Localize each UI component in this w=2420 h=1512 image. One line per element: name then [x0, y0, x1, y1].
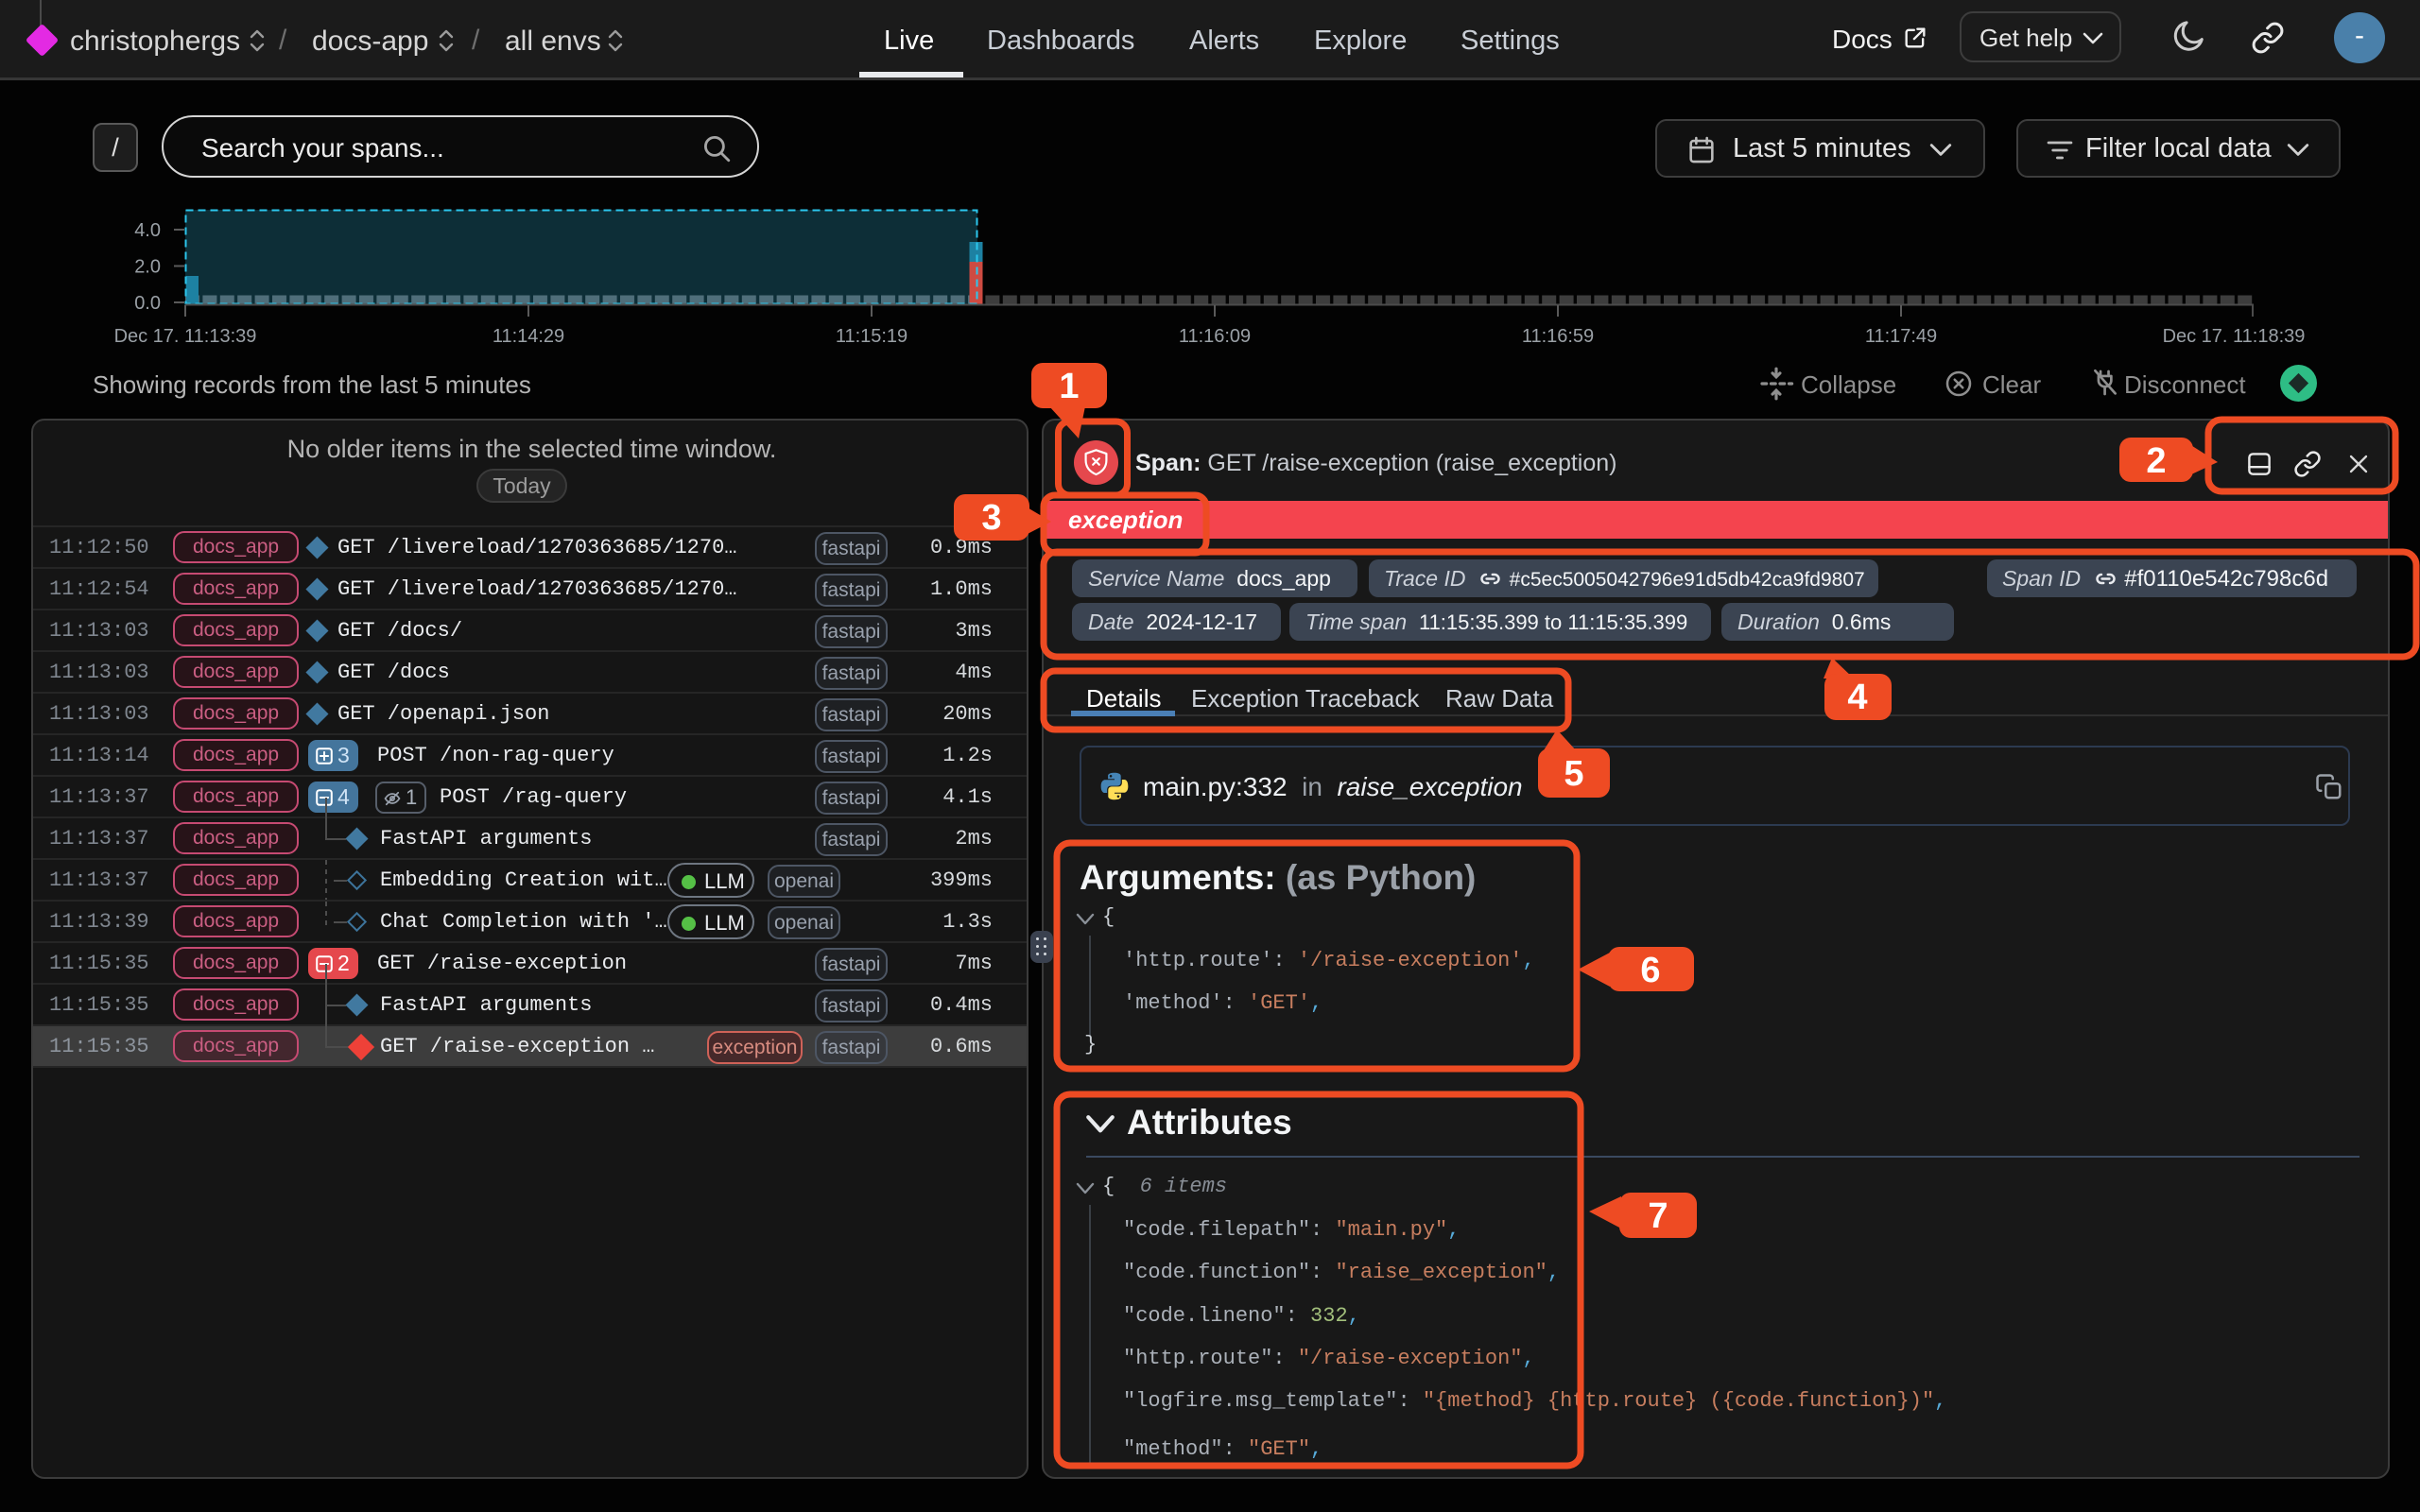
svg-text:3: 3 — [981, 498, 1001, 538]
svg-text:4: 4 — [1847, 678, 1867, 717]
svg-text:2: 2 — [2146, 441, 2166, 481]
svg-text:6: 6 — [1640, 951, 1660, 990]
svg-text:1: 1 — [1059, 367, 1079, 406]
svg-text:5: 5 — [1564, 754, 1583, 794]
svg-text:7: 7 — [1648, 1196, 1668, 1236]
